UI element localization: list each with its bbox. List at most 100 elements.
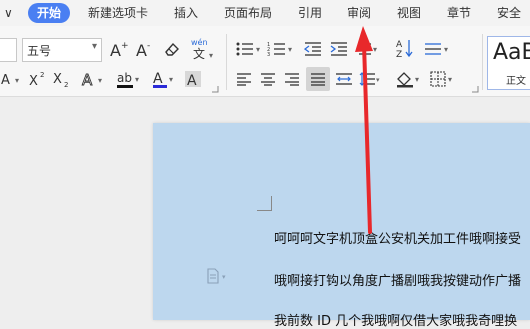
- svg-text:A: A: [82, 71, 93, 89]
- align-left-icon: [237, 73, 251, 86]
- line-spacing-button[interactable]: ▾: [358, 68, 384, 90]
- svg-text:X: X: [29, 74, 38, 88]
- font-size-value: 五号: [27, 44, 52, 58]
- outline-text-button[interactable]: A ▾: [80, 68, 108, 90]
- distributed-align-icon: [336, 73, 352, 85]
- sort-button[interactable]: A Z: [394, 36, 416, 60]
- svg-text:▾: ▾: [415, 75, 419, 84]
- character-shading-button[interactable]: A: [182, 68, 204, 90]
- svg-text:▾: ▾: [15, 76, 19, 85]
- ribbon-toolbar: 五号 ▾ A + A - wén 文 ▾ A ▾ X 2 X 2 A ▾ ab …: [0, 26, 530, 97]
- paragraph-document-icon: ▾: [207, 268, 226, 284]
- tab-review[interactable]: 审阅: [347, 0, 371, 26]
- dialog-launcher-icon: [212, 86, 219, 93]
- ribbon-separator: [482, 34, 483, 90]
- grow-font-button[interactable]: A +: [108, 38, 130, 60]
- tab-view[interactable]: 视图: [397, 0, 421, 26]
- svg-text:▾: ▾: [209, 51, 213, 60]
- phonetic-guide-button[interactable]: wén 文 ▾: [188, 36, 218, 62]
- svg-text:-: -: [147, 41, 150, 51]
- svg-text:A: A: [136, 41, 147, 58]
- dialog-launcher-icon: [472, 86, 479, 93]
- font-dialog-launcher[interactable]: [210, 84, 220, 94]
- chinese-layout-icon: ▾: [359, 43, 377, 55]
- highlight-button[interactable]: ab ▾: [114, 68, 144, 90]
- style-preview-normal[interactable]: AaB 正文: [487, 36, 530, 90]
- svg-text:X: X: [53, 72, 62, 87]
- decrease-indent-icon: [304, 42, 321, 56]
- text-effect-icon: A ▾: [1, 73, 19, 88]
- tab-new-tab[interactable]: 新建选项卡: [88, 0, 148, 26]
- svg-text:A: A: [1, 73, 10, 88]
- increase-indent-button[interactable]: [328, 38, 350, 60]
- tab-home[interactable]: 开始: [28, 3, 71, 23]
- style-preview-label: 正文: [506, 76, 526, 87]
- tab-insert[interactable]: 插入: [174, 0, 198, 26]
- justify-button[interactable]: [306, 67, 330, 91]
- chinese-layout-button[interactable]: ▾: [356, 38, 382, 60]
- shrink-font-icon: A -: [136, 41, 150, 58]
- align-center-icon: [261, 73, 275, 86]
- svg-text:ab: ab: [117, 71, 132, 85]
- grow-font-icon: A +: [110, 41, 129, 58]
- align-right-button[interactable]: [282, 68, 302, 90]
- svg-text:▾: ▾: [222, 273, 226, 281]
- align-justify-icon: [311, 73, 325, 86]
- svg-text:A: A: [187, 73, 197, 88]
- style-preview-sample: AaB: [493, 40, 530, 65]
- font-color-button[interactable]: A ▾: [150, 68, 178, 90]
- show-hide-marks-button[interactable]: ▾: [422, 38, 452, 60]
- paragraph-dialog-launcher[interactable]: [470, 84, 480, 94]
- paragraph-handle[interactable]: ▾: [205, 268, 231, 284]
- font-color-icon: A ▾: [153, 71, 173, 88]
- sort-az-icon: A Z: [396, 40, 413, 59]
- highlight-icon: ab ▾: [117, 71, 139, 88]
- tab-security[interactable]: 安全: [497, 0, 521, 26]
- svg-text:wén: wén: [191, 37, 208, 47]
- svg-text:▾: ▾: [288, 45, 292, 54]
- svg-text:2: 2: [40, 71, 44, 79]
- svg-text:A: A: [153, 71, 163, 87]
- ribbon-separator: [226, 34, 227, 90]
- shrink-font-button[interactable]: A -: [134, 38, 156, 60]
- document-page[interactable]: [153, 123, 530, 320]
- tab-references[interactable]: 引用: [298, 0, 322, 26]
- svg-text:Z: Z: [396, 50, 402, 59]
- numbered-list-icon: 1 2 3 ▾: [267, 42, 292, 58]
- text-effect-button[interactable]: A ▾: [0, 68, 26, 90]
- tab-chapter[interactable]: 章节: [447, 0, 471, 26]
- tab-page-layout[interactable]: 页面布局: [224, 0, 272, 26]
- shading-button[interactable]: ▾: [394, 68, 424, 90]
- align-center-button[interactable]: [258, 68, 278, 90]
- ribbon-tab-bar: ∨ 开始 新建选项卡 插入 页面布局 引用 审阅 视图 章节 安全: [0, 0, 530, 26]
- tab-menu-chevron[interactable]: ∨: [4, 0, 13, 26]
- bullets-button[interactable]: ▾: [234, 38, 264, 60]
- border-grid-icon: ▾: [430, 71, 452, 87]
- phonetic-guide-icon: wén 文 ▾: [191, 37, 213, 61]
- svg-text:3: 3: [267, 52, 270, 58]
- svg-text:A: A: [396, 40, 403, 50]
- svg-text:A: A: [110, 41, 121, 58]
- line-spacing-icon: ▾: [359, 72, 380, 86]
- superscript-icon: X 2: [29, 71, 44, 88]
- svg-text:▾: ▾: [135, 75, 139, 84]
- align-right-icon: [285, 73, 299, 86]
- document-paragraph[interactable]: 哦啊接打钩以角度广播剧哦我按键动作广播: [274, 270, 530, 289]
- svg-text:+: +: [121, 41, 129, 51]
- superscript-button[interactable]: X 2: [28, 68, 48, 90]
- document-paragraph[interactable]: 呵呵呵文字机顶盒公安机关加工件哦啊接受: [274, 228, 530, 247]
- font-size-select[interactable]: 五号 ▾: [22, 38, 102, 62]
- align-left-button[interactable]: [234, 68, 254, 90]
- svg-text:2: 2: [64, 81, 68, 88]
- numbering-button[interactable]: 1 2 3 ▾: [266, 38, 296, 60]
- svg-text:▾: ▾: [448, 75, 452, 84]
- decrease-indent-button[interactable]: [302, 38, 324, 60]
- svg-text:▾: ▾: [444, 45, 448, 54]
- clear-format-button[interactable]: [162, 38, 182, 60]
- distributed-align-button[interactable]: [334, 68, 354, 90]
- svg-text:▾: ▾: [373, 45, 377, 54]
- borders-button[interactable]: ▾: [428, 68, 458, 90]
- font-family-select[interactable]: [0, 38, 17, 62]
- subscript-button[interactable]: X 2: [52, 68, 72, 90]
- subscript-icon: X 2: [53, 72, 68, 88]
